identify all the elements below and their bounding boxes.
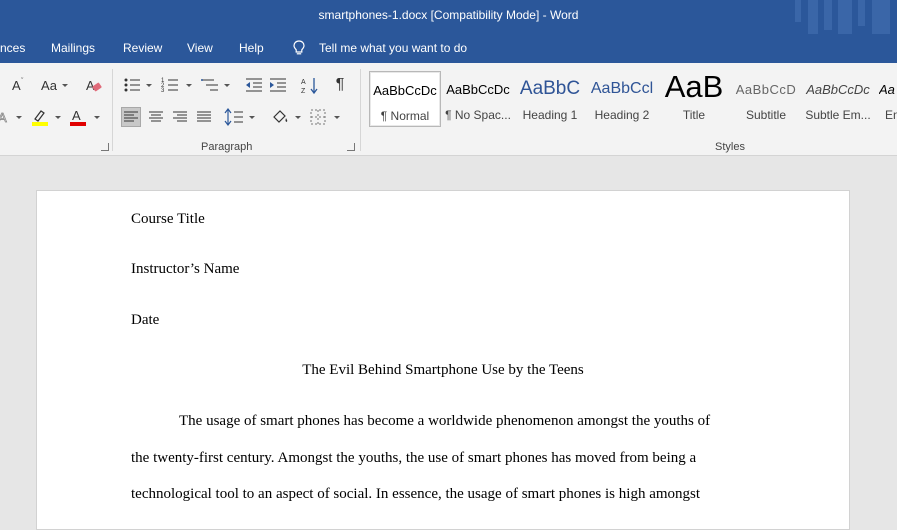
tell-me-search[interactable]: Tell me what you want to do: [319, 41, 467, 55]
ribbon-tabs: nces Mailings Review View Help Tell me w…: [0, 34, 897, 63]
style-sample: AaBbC: [519, 78, 581, 99]
svg-text:A: A: [86, 78, 95, 93]
date-line: Date: [131, 312, 160, 328]
window-title: smartphones-1.docx [Compatibility Mode] …: [318, 8, 579, 22]
svg-text:A: A: [72, 108, 81, 123]
highlight-icon[interactable]: [30, 107, 50, 127]
numbering-caret: [186, 84, 192, 87]
borders-icon[interactable]: [308, 107, 328, 127]
svg-text:A: A: [301, 79, 306, 86]
style-name: Heading 2: [594, 108, 650, 122]
font-dialog-launcher[interactable]: [101, 143, 109, 151]
font-color-icon[interactable]: A: [68, 107, 88, 127]
group-separator: [112, 69, 113, 151]
bullets-icon[interactable]: [122, 75, 142, 95]
paragraph-dialog-launcher[interactable]: [347, 143, 355, 151]
style-name: En: [885, 108, 897, 122]
style-no-spacing[interactable]: AaBbCcDc ¶ No Spac...: [442, 71, 514, 127]
style-title[interactable]: AaB Title: [658, 69, 730, 127]
tab-view[interactable]: View: [187, 41, 213, 55]
shading-icon[interactable]: [270, 107, 290, 127]
course-title-line: Course Title: [131, 211, 205, 227]
style-sample: AaBbCcl: [590, 80, 654, 97]
change-case-caret: [62, 84, 68, 87]
justify-icon[interactable]: [194, 107, 214, 127]
sort-icon[interactable]: AZ: [300, 75, 320, 95]
bullets-caret: [146, 84, 152, 87]
paragraph-group-label: Paragraph: [201, 141, 253, 153]
svg-text:A: A: [12, 78, 21, 93]
body-line: The usage of smart phones has become a w…: [179, 413, 711, 429]
style-sample: Aa: [879, 82, 895, 97]
shrink-font-icon[interactable]: Aˇ: [8, 75, 28, 95]
svg-text:ˇ: ˇ: [21, 78, 24, 85]
numbering-icon[interactable]: 123: [160, 75, 180, 95]
style-subtle-emphasis[interactable]: AaBbCcDc Subtle Em...: [802, 71, 874, 127]
style-normal[interactable]: AaBbCcDc ¶ Normal: [369, 71, 441, 127]
style-sample: AaBbCcDc: [373, 83, 437, 98]
multilevel-list-icon[interactable]: [200, 75, 220, 95]
essay-heading: The Evil Behind Smartphone Use by the Te…: [302, 362, 584, 378]
center-icon[interactable]: [146, 107, 166, 127]
tab-references[interactable]: nces: [0, 41, 25, 55]
multilevel-list-caret: [224, 84, 230, 87]
document-canvas[interactable]: Course Title Instructor’s Name Date The …: [0, 157, 897, 530]
style-name: Heading 1: [522, 108, 578, 122]
text-effects-icon[interactable]: A: [0, 107, 14, 127]
svg-text:A: A: [0, 110, 7, 125]
body-line: the twenty-first century. Amongst the yo…: [131, 450, 697, 466]
style-sample: AaBbCcD: [735, 82, 797, 97]
change-case-button[interactable]: Aa: [38, 75, 60, 95]
title-bar: smartphones-1.docx [Compatibility Mode] …: [0, 0, 897, 34]
clear-formatting-icon[interactable]: A: [84, 75, 104, 95]
highlight-caret: [55, 116, 61, 119]
line-spacing-caret: [249, 116, 255, 119]
svg-text:3: 3: [161, 88, 165, 94]
style-name: ¶ No Spac...: [445, 108, 511, 122]
svg-text:Z: Z: [301, 88, 306, 95]
tab-mailings[interactable]: Mailings: [51, 41, 95, 55]
document-page[interactable]: Course Title Instructor’s Name Date The …: [36, 190, 850, 530]
shading-caret: [295, 116, 301, 119]
lightbulb-icon: [293, 40, 305, 59]
align-right-icon[interactable]: [170, 107, 190, 127]
style-emphasis[interactable]: Aa En: [874, 71, 897, 127]
increase-indent-icon[interactable]: [268, 75, 288, 95]
style-name: Subtitle: [745, 108, 787, 122]
styles-group-label: Styles: [715, 141, 745, 153]
text-effects-caret: [16, 116, 22, 119]
ribbon: Aˇ Aa A A A 123 AZ ¶ Paragraph AaBbCcDc …: [0, 63, 897, 156]
style-name: ¶ Normal: [380, 109, 430, 123]
style-name: Subtle Em...: [805, 108, 871, 122]
style-heading-1[interactable]: AaBbC Heading 1: [514, 71, 586, 127]
style-heading-2[interactable]: AaBbCcl Heading 2: [586, 71, 658, 127]
style-name: Title: [682, 108, 706, 122]
tab-help[interactable]: Help: [239, 41, 264, 55]
tab-review[interactable]: Review: [123, 41, 162, 55]
group-separator: [360, 69, 361, 151]
instructor-name-line: Instructor’s Name: [131, 261, 240, 277]
line-spacing-icon[interactable]: [224, 107, 244, 127]
font-color-caret: [94, 116, 100, 119]
style-sample: AaBbCcDc: [446, 82, 510, 97]
style-sample: AaBbCcDc: [806, 82, 870, 97]
decrease-indent-icon[interactable]: [244, 75, 264, 95]
show-formatting-icon[interactable]: ¶: [330, 75, 350, 95]
borders-caret: [334, 116, 340, 119]
body-line: technological tool to an aspect of socia…: [131, 486, 701, 502]
align-left-icon[interactable]: [121, 107, 141, 127]
style-sample: AaB: [664, 69, 724, 104]
style-subtitle[interactable]: AaBbCcD Subtitle: [730, 71, 802, 127]
